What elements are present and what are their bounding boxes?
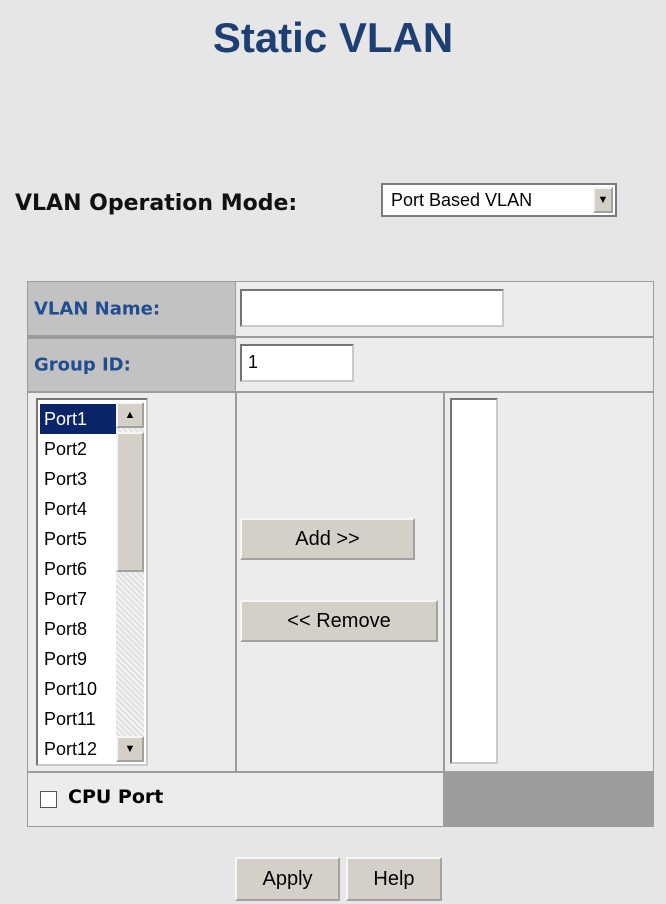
cpu-port-checkbox[interactable] bbox=[40, 791, 57, 808]
vlan-operation-mode-value: Port Based VLAN bbox=[391, 190, 533, 210]
port-list-scrollbar[interactable]: ▲ ▼ bbox=[116, 402, 144, 762]
group-id-input[interactable]: 1 bbox=[240, 344, 354, 382]
vlan-operation-mode-label: VLAN Operation Mode: bbox=[15, 191, 298, 216]
column-divider bbox=[443, 392, 445, 772]
port-list-item[interactable]: Port11 bbox=[40, 704, 120, 734]
port-items: Port1 Port2 Port3 Port4 Port5 Port6 Port7 Port8… bbox=[40, 404, 120, 764]
port-list-item[interactable]: Port9 bbox=[40, 644, 120, 674]
page-title: Static VLAN bbox=[212, 14, 454, 61]
help-button[interactable]: Help bbox=[346, 857, 442, 901]
selected-ports-list[interactable] bbox=[450, 398, 498, 764]
apply-button[interactable]: Apply bbox=[235, 857, 340, 901]
vlan-name-label: VLAN Name: bbox=[34, 298, 161, 319]
chevron-down-icon[interactable]: ▼ bbox=[593, 187, 613, 213]
port-list-item[interactable]: Port8 bbox=[40, 614, 120, 644]
scrollbar-thumb[interactable] bbox=[116, 432, 144, 572]
port-list-item[interactable]: Port10 bbox=[40, 674, 120, 704]
port-list-item[interactable]: Port6 bbox=[40, 554, 120, 584]
cpu-port-label: CPU Port bbox=[68, 786, 164, 808]
available-ports-list[interactable]: Port1 Port2 Port3 Port4 Port5 Port6 Port7 Port8… bbox=[36, 398, 148, 766]
port-list-item[interactable]: Port5 bbox=[40, 524, 120, 554]
group-id-label-cell: Group ID: bbox=[27, 338, 236, 392]
port-list-item[interactable]: Port4 bbox=[40, 494, 120, 524]
group-id-label: Group ID: bbox=[34, 354, 131, 376]
port-list-item[interactable]: Port3 bbox=[40, 464, 120, 494]
port-list-item[interactable]: Port7 bbox=[40, 584, 120, 614]
port-list-item[interactable]: Port1 bbox=[40, 404, 120, 434]
scroll-up-icon[interactable]: ▲ bbox=[116, 402, 144, 428]
cpu-row-filler bbox=[443, 772, 654, 827]
row-divider bbox=[27, 391, 654, 393]
scroll-down-icon[interactable]: ▼ bbox=[116, 736, 144, 762]
vlan-name-label-cell: VLAN Name: bbox=[27, 281, 236, 336]
vlan-name-input[interactable] bbox=[240, 289, 504, 327]
port-list-item[interactable]: Port12 bbox=[40, 734, 120, 764]
column-divider bbox=[235, 392, 237, 772]
add-button[interactable]: Add >> bbox=[240, 518, 415, 560]
port-list-item[interactable]: Port2 bbox=[40, 434, 120, 464]
remove-button[interactable]: << Remove bbox=[240, 600, 438, 642]
vlan-operation-mode-select[interactable]: Port Based VLAN ▼ bbox=[381, 183, 617, 217]
